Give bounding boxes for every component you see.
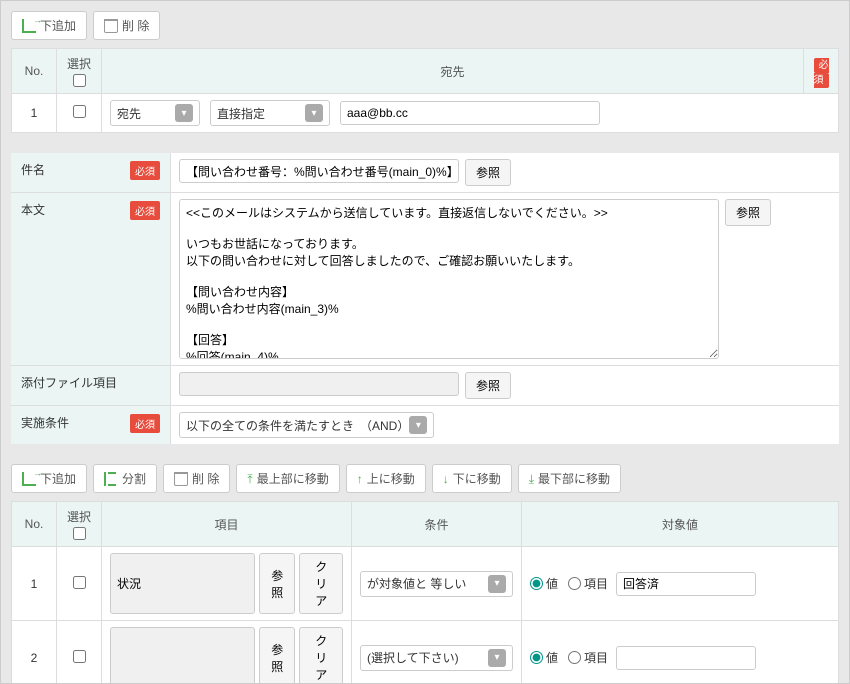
item-input[interactable]: [110, 627, 255, 684]
chevron-down-icon: ▾: [488, 575, 506, 593]
body-label: 本文: [21, 201, 45, 218]
required-badge: 必須: [130, 161, 160, 180]
item-clear-button[interactable]: クリア: [299, 627, 343, 684]
row-select-checkbox[interactable]: [73, 576, 86, 589]
recipient-toolbar: 下追加 削 除: [11, 11, 839, 40]
radio-value[interactable]: 値: [530, 575, 558, 592]
move-top-icon: ⤒: [247, 473, 252, 485]
item-browse-button[interactable]: 参照: [259, 627, 295, 684]
recipient-method-select[interactable]: 直接指定 ▾: [210, 100, 330, 126]
radio-item[interactable]: 項目: [568, 649, 608, 666]
table-row: 1 宛先 ▾ 直接指定 ▾: [12, 94, 839, 133]
cond-select-all-checkbox[interactable]: [73, 527, 86, 540]
item-browse-button[interactable]: 参照: [259, 553, 295, 614]
trash-icon: [174, 472, 188, 486]
add-icon: [22, 472, 36, 486]
move-up-button[interactable]: ↑上に移動: [346, 464, 426, 493]
attachment-browse-button[interactable]: 参照: [465, 372, 511, 399]
recipient-type-select[interactable]: 宛先 ▾: [110, 100, 200, 126]
delete-label: 削 除: [122, 17, 149, 34]
item-clear-button[interactable]: クリア: [299, 553, 343, 614]
chevron-down-icon: ▾: [488, 649, 506, 667]
body-textarea[interactable]: [179, 199, 719, 359]
radio-item[interactable]: 項目: [568, 575, 608, 592]
subject-label: 件名: [21, 161, 45, 178]
condition-mode-select[interactable]: 以下の全ての条件を満たすとき （AND） ▾: [179, 412, 434, 438]
required-badge: 必須: [130, 414, 160, 433]
attachment-label: 添付ファイル項目: [21, 374, 117, 391]
delete-button[interactable]: 削 除: [93, 11, 160, 40]
cond-col-target: 対象値: [522, 502, 839, 547]
condition-toolbar: 下追加 分割 削 除 ⤒最上部に移動 ↑上に移動 ↓下に移動 ⤓最下部に移動: [11, 464, 839, 493]
recipient-address-input[interactable]: [340, 101, 600, 125]
table-row: 2 参照 クリア (選択して下さい) ▾: [12, 621, 839, 684]
condition-table: No. 選択 項目 条件 対象値 1 参照: [11, 501, 839, 684]
row-select-checkbox[interactable]: [73, 650, 86, 663]
col-required: 必須: [804, 49, 839, 94]
col-to: 宛先: [102, 49, 804, 94]
required-badge: 必須: [814, 58, 829, 88]
recipient-table: No. 選択 宛先 必須 1: [11, 48, 839, 133]
condition-select[interactable]: が対象値と 等しい ▾: [360, 571, 513, 597]
required-badge: 必須: [130, 201, 160, 220]
select-all-checkbox[interactable]: [73, 74, 86, 87]
move-bottom-icon: ⤓: [529, 473, 534, 485]
chevron-down-icon: ▾: [175, 104, 193, 122]
split-button[interactable]: 分割: [93, 464, 157, 493]
trash-icon: [104, 19, 118, 33]
col-select: 選択: [57, 49, 102, 94]
add-below-button[interactable]: 下追加: [11, 11, 87, 40]
subject-browse-button[interactable]: 参照: [465, 159, 511, 186]
condition-label: 実施条件: [21, 414, 69, 431]
chevron-down-icon: ▾: [305, 104, 323, 122]
cond-col-no: No.: [12, 502, 57, 547]
cond-col-condition: 条件: [352, 502, 522, 547]
table-row: 1 参照 クリア が対象値と 等しい ▾: [12, 547, 839, 621]
add-below-label: 下追加: [40, 17, 76, 34]
subject-input[interactable]: [179, 159, 459, 183]
form-section: 件名 必須 参照 本文 必須 参照 添付ファイル項目: [11, 153, 839, 444]
item-input[interactable]: [110, 553, 255, 614]
row-select-checkbox[interactable]: [73, 105, 86, 118]
row-no: 1: [12, 547, 57, 621]
col-no: No.: [12, 49, 57, 94]
chevron-down-icon: ▾: [409, 416, 427, 434]
cond-add-below-button[interactable]: 下追加: [11, 464, 87, 493]
cond-delete-button[interactable]: 削 除: [163, 464, 230, 493]
add-icon: [22, 19, 36, 33]
condition-select[interactable]: (選択して下さい) ▾: [360, 645, 513, 671]
move-down-button[interactable]: ↓下に移動: [432, 464, 512, 493]
split-icon: [104, 472, 118, 486]
attachment-input[interactable]: [179, 372, 459, 396]
move-down-icon: ↓: [443, 473, 449, 485]
cond-col-select: 選択: [57, 502, 102, 547]
move-bottom-button[interactable]: ⤓最下部に移動: [518, 464, 621, 493]
move-top-button[interactable]: ⤒最上部に移動: [236, 464, 339, 493]
radio-value[interactable]: 値: [530, 649, 558, 666]
target-value-input[interactable]: [616, 572, 756, 596]
row-no: 1: [12, 94, 57, 133]
cond-col-item: 項目: [102, 502, 352, 547]
body-browse-button[interactable]: 参照: [725, 199, 771, 226]
move-up-icon: ↑: [357, 473, 363, 485]
target-value-input[interactable]: [616, 646, 756, 670]
row-no: 2: [12, 621, 57, 684]
